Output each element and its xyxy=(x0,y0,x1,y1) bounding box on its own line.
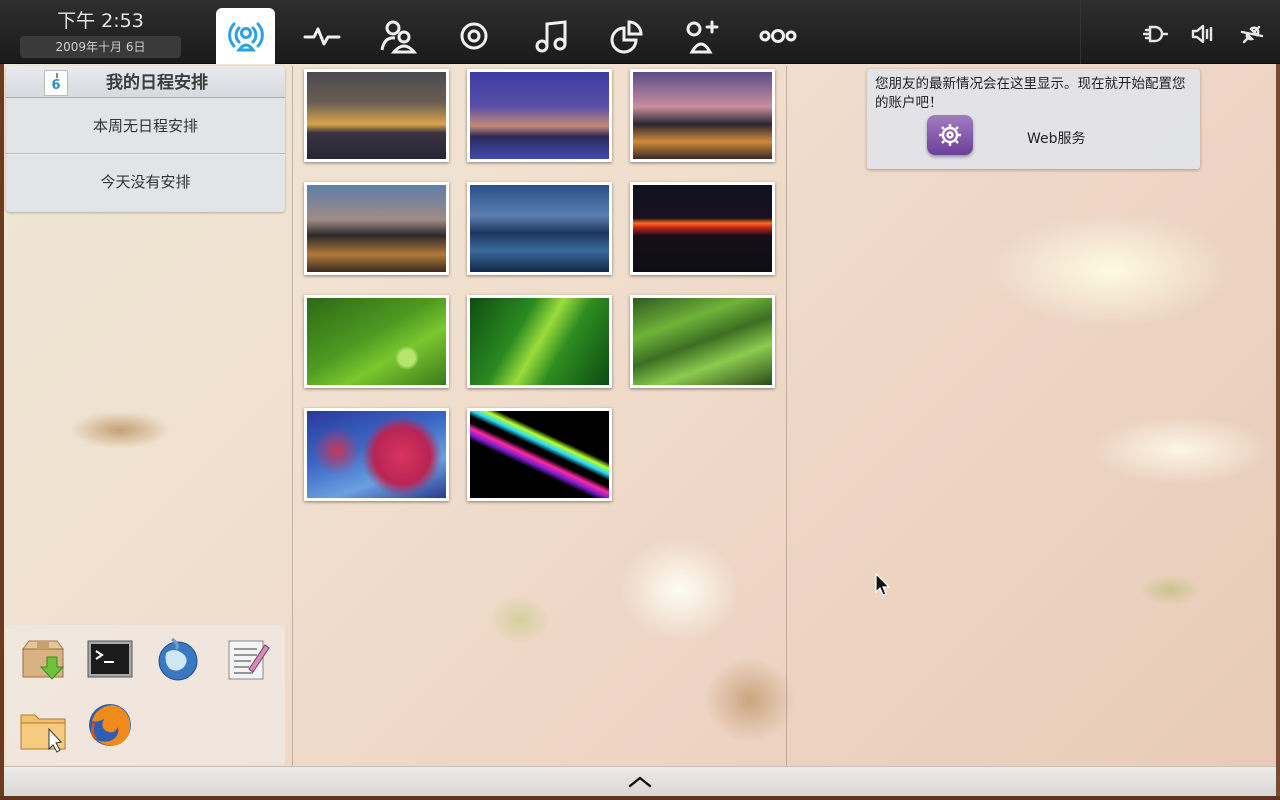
calendar-title: 我的日程安排 xyxy=(106,73,208,93)
clock-time: 下午 2:53 xyxy=(57,10,144,32)
volume-icon[interactable] xyxy=(1189,20,1217,48)
system-tray xyxy=(1080,0,1280,64)
bottom-expand-bar[interactable] xyxy=(4,766,1276,796)
people-icon xyxy=(380,20,417,54)
wallpaper-thumb[interactable] xyxy=(304,408,449,501)
wallpaper-thumb[interactable] xyxy=(630,69,775,162)
add-person-icon xyxy=(686,20,718,54)
pulse-icon xyxy=(303,27,340,46)
calendar-widget: 6 我的日程安排 本周无日程安排 今天没有安排 xyxy=(6,66,285,212)
right-edge xyxy=(1276,64,1280,800)
wallpaper-thumb[interactable] xyxy=(304,182,449,275)
wallpaper-thumb[interactable] xyxy=(467,182,612,275)
dots-icon xyxy=(759,29,796,43)
nav-applications[interactable] xyxy=(748,8,807,64)
pie-chart-icon xyxy=(610,20,643,54)
package-download-icon[interactable] xyxy=(19,635,67,683)
web-globe-icon[interactable] xyxy=(154,635,202,683)
web-services-widget: 您朋友的最新情况会在这里显示。现在就开始配置您的账户吧！ Web服务 xyxy=(867,69,1200,169)
column-divider xyxy=(292,66,293,766)
network-disconnected-icon[interactable] xyxy=(1238,20,1266,48)
bottom-edge xyxy=(0,796,1280,800)
wallpaper-thumb[interactable] xyxy=(304,295,449,388)
terminal-icon[interactable] xyxy=(86,635,134,683)
music-note-icon xyxy=(535,20,566,53)
wallpaper-thumb[interactable] xyxy=(467,408,612,501)
target-icon xyxy=(460,22,487,50)
clock-date: 2009年十月 6日 xyxy=(20,36,181,58)
nav-add-contact[interactable] xyxy=(672,8,731,64)
nav-activity[interactable] xyxy=(292,8,351,64)
web-services-icon[interactable] xyxy=(927,115,973,155)
wallpaper-thumb[interactable] xyxy=(467,69,612,162)
zone-toolbar xyxy=(216,8,824,64)
nav-pasteboard[interactable] xyxy=(596,8,655,64)
web-services-label[interactable]: Web服务 xyxy=(1027,128,1086,148)
web-services-message: 您朋友的最新情况会在这里显示。现在就开始配置您的账户吧！ xyxy=(875,76,1186,111)
nav-status[interactable] xyxy=(216,8,275,64)
column-divider xyxy=(786,66,787,766)
nav-people[interactable] xyxy=(368,8,427,64)
calendar-header[interactable]: 6 我的日程安排 xyxy=(6,66,285,98)
wallpaper-thumb[interactable] xyxy=(304,69,449,162)
calendar-icon: 6 xyxy=(44,70,68,96)
top-panel: 下午 2:53 2009年十月 6日 xyxy=(0,0,1280,64)
app-launcher xyxy=(6,625,285,765)
power-plug-icon[interactable] xyxy=(1141,20,1169,48)
wallpaper-thumb[interactable] xyxy=(630,182,775,275)
expand-up-icon xyxy=(628,776,652,787)
wallpaper-thumb[interactable] xyxy=(630,295,775,388)
calendar-week-item[interactable]: 本周无日程安排 xyxy=(6,98,285,154)
nav-music[interactable] xyxy=(520,8,579,64)
file-manager-icon[interactable] xyxy=(19,705,67,753)
firefox-icon[interactable] xyxy=(86,701,134,749)
wallpaper-thumb[interactable] xyxy=(467,295,612,388)
clock[interactable]: 下午 2:53 2009年十月 6日 xyxy=(20,8,181,60)
calendar-today-item[interactable]: 今天没有安排 xyxy=(6,154,285,210)
nav-zones[interactable] xyxy=(444,8,503,64)
broadcast-person-icon xyxy=(227,22,264,52)
text-editor-icon[interactable] xyxy=(223,635,271,683)
mouse-cursor-icon xyxy=(875,573,891,596)
left-edge xyxy=(0,64,4,800)
